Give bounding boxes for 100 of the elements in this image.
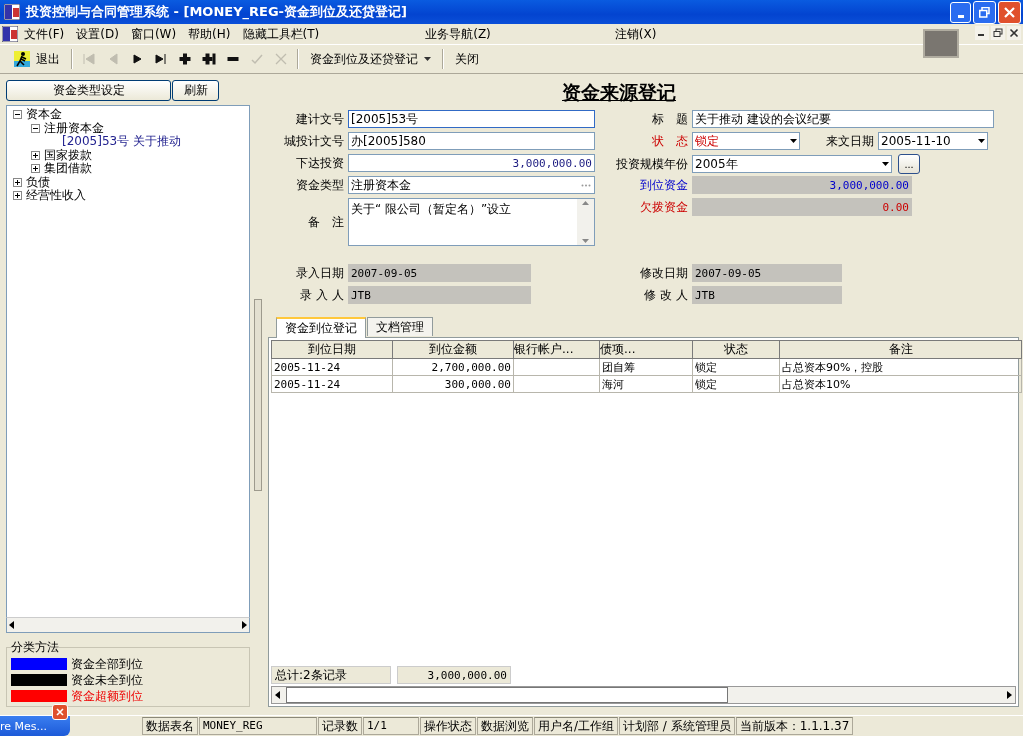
scroll-right-icon — [1007, 691, 1012, 699]
tab[interactable]: 文档管理 — [367, 317, 433, 336]
text-field[interactable]: 关于推动 建设的会议纪要 — [692, 110, 994, 128]
close-tab-button[interactable]: 关闭 — [449, 48, 485, 70]
ellipsis-icon[interactable] — [581, 183, 591, 187]
text-field[interactable]: [2005]53号 — [348, 110, 595, 128]
record-count: 总计:2条记录 — [271, 666, 391, 684]
thumbnail-box — [923, 29, 959, 58]
readonly-field: JTB — [692, 286, 842, 304]
collapse-icon[interactable] — [13, 110, 22, 120]
refresh-button[interactable]: 刷新 — [172, 80, 219, 101]
status-label: 数据表名 — [142, 717, 198, 735]
table-cell: 2005-11-24 — [271, 375, 393, 393]
field-label: 来文日期 — [826, 133, 874, 150]
field-label: 状 态 — [651, 133, 688, 150]
vertical-scrollbar[interactable] — [577, 199, 594, 245]
table-cell: 2,700,000.00 — [392, 358, 514, 376]
field-label: 资金类型 — [295, 177, 344, 194]
module-dropdown[interactable]: 资金到位及还贷登记 — [304, 48, 437, 70]
select-field[interactable]: 2005年 — [692, 155, 892, 173]
column-header[interactable]: 银行帐户... — [513, 340, 600, 359]
scroll-up-icon — [582, 201, 589, 205]
restore-button[interactable] — [973, 0, 996, 24]
next-icon[interactable] — [130, 52, 144, 66]
menu-item[interactable]: 帮助(H) — [182, 25, 237, 43]
window-title: 投资控制与合同管理系统 - [MONEY_REG-资金到位及还贷登记] — [26, 3, 408, 21]
readonly-field: JTB — [348, 286, 531, 304]
restore-button[interactable] — [991, 26, 1005, 40]
field-label: 标 题 — [651, 111, 688, 128]
app-icon — [4, 4, 20, 20]
status-label: 记录数 — [318, 717, 362, 735]
close-icon — [1004, 6, 1015, 18]
menu-item[interactable]: 窗口(W) — [124, 25, 183, 43]
expand-icon[interactable] — [31, 164, 40, 174]
field-label: 投资规模年份 — [616, 156, 688, 173]
picker-field[interactable]: 注册资本金 — [348, 176, 595, 194]
menu-item[interactable]: 设置(D) — [70, 25, 125, 43]
table-cell: 2005-11-24 — [271, 358, 393, 376]
app-icon — [2, 26, 18, 42]
minimize-button[interactable] — [975, 26, 989, 40]
tree-item[interactable]: 经营性收入 — [26, 187, 86, 205]
column-header[interactable]: 到位金额 — [392, 340, 514, 359]
status-value: MONEY_REG — [199, 717, 317, 735]
field-label: 下达投资 — [295, 155, 344, 172]
collapse-icon[interactable] — [31, 123, 40, 133]
scroll-left-icon — [275, 691, 280, 699]
date-dropdown[interactable]: 2005-11-10 — [878, 132, 988, 150]
expand-icon[interactable] — [13, 177, 22, 187]
select-field[interactable]: 锁定 — [692, 132, 800, 150]
fund-type-button[interactable]: 资金类型设定 — [6, 80, 171, 101]
form-title: 资金来源登记 — [562, 80, 676, 104]
text-field[interactable]: 办[2005]580 — [348, 132, 595, 150]
caret-icon — [424, 57, 431, 61]
amount-field[interactable]: 3,000,000.00 — [348, 154, 595, 172]
horizontal-scrollbar[interactable] — [271, 686, 1016, 704]
table-cell: 海河 — [599, 375, 693, 393]
legend-label: 资金超额到位 — [71, 687, 143, 705]
menu-item[interactable]: 隐藏工具栏(T) — [236, 25, 326, 43]
field-label: 录入日期 — [295, 265, 344, 282]
scroll-right-icon — [242, 621, 247, 629]
table-cell: 占总资本10% — [779, 375, 1022, 393]
field-label: 录 入 人 — [299, 287, 344, 304]
version-text: 当前版本：1.1.1.37 — [735, 717, 854, 735]
column-header[interactable]: 债项... — [599, 340, 693, 359]
expand-icon[interactable] — [31, 150, 40, 160]
memo-field[interactable]: 关于“ 限公司（暂定名）”设立 — [348, 198, 595, 246]
field-label: 城投计文号 — [283, 133, 344, 150]
menu-item[interactable]: 业务导航(Z) — [419, 25, 497, 43]
tab[interactable]: 资金到位登记 — [276, 317, 366, 338]
close-button[interactable] — [1007, 26, 1021, 40]
column-header[interactable]: 状态 — [692, 340, 780, 359]
field-label: 欠拨资金 — [639, 199, 688, 216]
legend-title: 分类方法 — [11, 639, 59, 656]
status-label: 操作状态 — [420, 717, 476, 735]
status-value: 计划部 / 系统管理员 — [619, 717, 735, 735]
browse-button[interactable]: ... — [898, 154, 920, 174]
close-button[interactable] — [998, 0, 1021, 24]
scroll-down-icon — [582, 239, 589, 243]
readonly-field: 2007-09-05 — [348, 264, 531, 282]
expand-icon[interactable] — [13, 191, 22, 201]
insert-icon[interactable] — [202, 52, 216, 66]
column-header[interactable]: 到位日期 — [271, 340, 393, 359]
field-label: 到位资金 — [639, 177, 688, 194]
running-man-icon — [14, 51, 30, 67]
menu-item[interactable]: 文件(F) — [18, 25, 71, 43]
minimize-button[interactable] — [950, 1, 971, 23]
last-record-icon[interactable] — [154, 52, 168, 66]
field-label: 建计文号 — [295, 111, 344, 128]
column-header[interactable]: 备注 — [779, 340, 1022, 359]
table-cell: 300,000.00 — [392, 375, 514, 393]
restore-icon — [993, 28, 1003, 38]
exit-button[interactable]: 退出 — [8, 48, 66, 70]
legend-label: 资金未全到位 — [71, 671, 143, 689]
menu-item[interactable]: 注销(X) — [608, 25, 663, 43]
total-sum: 3,000,000.00 — [397, 666, 511, 684]
horizontal-scrollbar[interactable] — [6, 617, 250, 633]
add-icon[interactable] — [178, 52, 192, 66]
field-label: 备 注 — [307, 214, 344, 231]
readonly-field: 2007-09-05 — [692, 264, 842, 282]
field-label: 修改日期 — [639, 265, 688, 282]
